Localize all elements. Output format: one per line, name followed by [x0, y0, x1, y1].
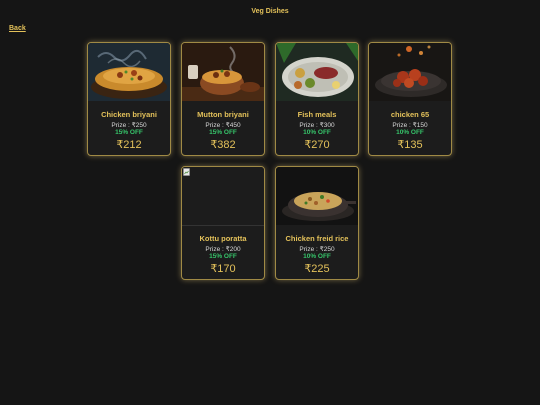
dish-image: [182, 167, 264, 226]
dish-name: Chicken briyani: [101, 110, 157, 119]
dish-card-mutton-briyani[interactable]: Mutton briyani Prize : ₹450 15% OFF ₹382: [181, 42, 265, 156]
dish-image: [276, 43, 358, 101]
dish-name: chicken 65: [390, 110, 430, 119]
dish-discount: 15% OFF: [209, 129, 237, 136]
back-link[interactable]: Back: [9, 25, 26, 32]
dish-discount: 10% OFF: [396, 129, 424, 136]
dish-prize: Prize : ₹250: [299, 246, 335, 253]
dish-prize: Prize : ₹250: [111, 122, 147, 129]
dish-card-chicken-fried-rice[interactable]: Chicken freid rice Prize : ₹250 10% OFF …: [275, 166, 359, 280]
dish-price: ₹382: [210, 139, 236, 151]
dish-discount: 15% OFF: [209, 253, 237, 260]
dish-discount: 15% OFF: [115, 129, 143, 136]
broken-image-icon: [183, 168, 190, 176]
dish-name: Kottu poratta: [199, 234, 247, 243]
page-title: Veg Dishes: [251, 8, 289, 15]
dish-discount: 10% OFF: [303, 253, 331, 260]
dish-image: [88, 43, 170, 101]
dish-prize: Prize : ₹300: [299, 122, 335, 129]
dish-price: ₹212: [116, 139, 142, 151]
dish-discount: 10% OFF: [303, 129, 331, 136]
dish-card-kottu-poratta[interactable]: Kottu poratta Prize : ₹200 15% OFF ₹170: [181, 166, 265, 280]
dish-name: Fish meals: [297, 110, 337, 119]
dish-price: ₹270: [304, 139, 330, 151]
dish-card-chicken-65[interactable]: chicken 65 Prize : ₹150 10% OFF ₹135: [368, 42, 452, 156]
dish-name: Mutton briyani: [197, 110, 249, 119]
dish-price: ₹170: [210, 263, 236, 275]
dish-prize: Prize : ₹200: [205, 246, 241, 253]
menu-page: Veg Dishes Back Chicken briyani Prize : …: [0, 0, 540, 405]
dish-image: [276, 167, 358, 225]
dish-price: ₹225: [304, 263, 330, 275]
dish-image: [369, 43, 451, 101]
dish-image: [182, 43, 264, 101]
dish-prize: Prize : ₹150: [392, 122, 428, 129]
dish-prize: Prize : ₹450: [205, 122, 241, 129]
dish-name: Chicken freid rice: [285, 234, 349, 243]
dish-card-fish-meals[interactable]: Fish meals Prize : ₹300 10% OFF ₹270: [275, 42, 359, 156]
dish-card-chicken-briyani[interactable]: Chicken briyani Prize : ₹250 15% OFF ₹21…: [87, 42, 171, 156]
dish-price: ₹135: [397, 139, 423, 151]
